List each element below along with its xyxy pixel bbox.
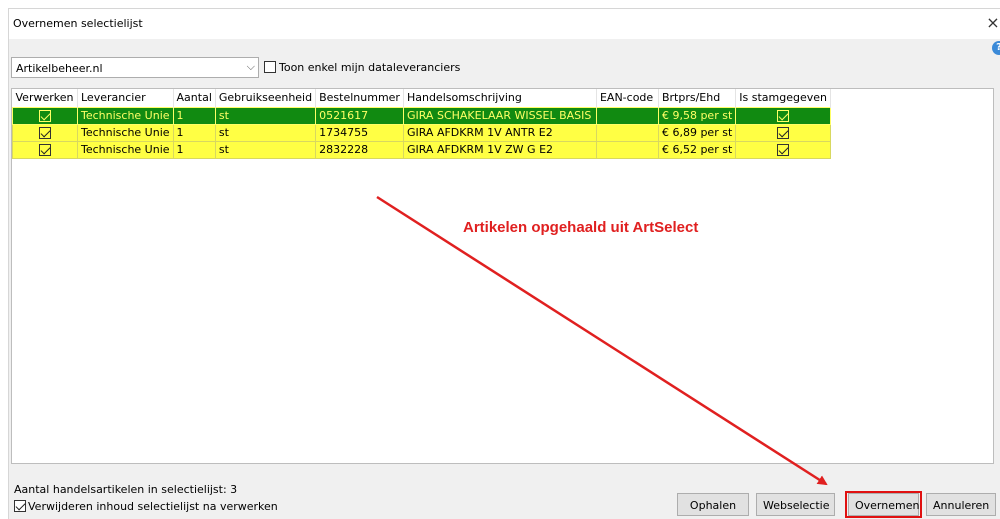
ean-cell <box>595 106 659 125</box>
column-header-is-stamgegeven[interactable]: Is stamgegeven <box>735 89 831 107</box>
column-header-bestelnummer[interactable]: Bestelnummer <box>315 89 404 107</box>
aantal-cell[interactable]: 1 <box>172 140 216 159</box>
column-header-ean-code[interactable]: EAN-code <box>596 89 659 107</box>
stamgegeven-checkbox <box>777 144 790 156</box>
stamgegeven-cell <box>735 123 831 142</box>
aantal-cell[interactable]: 1 <box>172 106 216 125</box>
stamgegeven-cell <box>735 106 831 125</box>
leverancier-cell: Technische Unie <box>77 106 174 125</box>
only-my-data-suppliers-option[interactable]: Toon enkel mijn dataleveranciers <box>264 60 460 74</box>
ophalen-button[interactable]: Ophalen <box>677 493 749 516</box>
verwerken-checkbox[interactable] <box>39 127 51 139</box>
stamgegeven-checkbox <box>777 110 790 122</box>
verwerken-cell[interactable] <box>12 140 78 159</box>
stamgegeven-checkbox <box>777 127 790 139</box>
stamgegeven-cell <box>735 140 831 159</box>
bestelnummer-cell: 2832228 <box>315 140 404 159</box>
article-count-label: Aantal handelsartikelen in selectielijst… <box>14 483 238 496</box>
close-icon[interactable]: × <box>986 13 1000 33</box>
verwerken-cell[interactable] <box>12 106 78 125</box>
supplier-dropdown[interactable]: Artikelbeheer.nl ⌵ <box>11 57 259 78</box>
bestelnummer-cell: 1734755 <box>315 123 404 142</box>
column-header-brtprs-ehd[interactable]: Brtprs/Ehd <box>658 89 737 107</box>
title-bar: Overnemen selectielijst × <box>9 9 1000 39</box>
help-icon[interactable]: ? <box>992 41 1000 55</box>
remove-after-processing-option[interactable]: Verwijderen inhoud selectielijst na verw… <box>14 499 278 513</box>
annotation-text: Artikelen opgehaald uit ArtSelect <box>463 219 699 236</box>
eenheid-cell: st <box>214 140 317 159</box>
only-my-data-suppliers-label: Toon enkel mijn dataleveranciers <box>279 60 461 74</box>
column-header-aantal[interactable]: Aantal <box>173 89 216 107</box>
ean-cell <box>595 140 659 159</box>
ean-cell <box>595 123 659 142</box>
selection-list-table: Verwerken Leverancier Aantal Gebruikseen… <box>12 89 831 159</box>
eenheid-cell: st <box>214 123 317 142</box>
chevron-down-icon[interactable]: ⌵ <box>247 60 255 74</box>
omschrijving-cell: GIRA AFDKRM 1V ANTR E2 <box>402 123 597 142</box>
column-header-gebruikseenheid[interactable]: Gebruikseenheid <box>215 89 317 107</box>
eenheid-cell: st <box>214 106 317 125</box>
dialog-title: Overnemen selectielijst <box>13 17 143 30</box>
column-header-leverancier[interactable]: Leverancier <box>77 89 174 107</box>
leverancier-cell: Technische Unie <box>77 123 174 142</box>
remove-after-processing-label: Verwijderen inhoud selectielijst na verw… <box>28 499 278 513</box>
verwerken-cell[interactable] <box>12 123 78 142</box>
column-header-verwerken[interactable]: Verwerken <box>12 89 78 107</box>
leverancier-cell: Technische Unie <box>77 140 174 159</box>
annuleren-button[interactable]: Annuleren <box>926 493 996 516</box>
omschrijving-cell: GIRA SCHAKELAAR WISSEL BASIS <box>402 106 597 125</box>
prijs-cell: € 9,58 per st <box>657 106 737 125</box>
verwerken-checkbox[interactable] <box>39 144 51 156</box>
table-row[interactable]: Technische Unie 1 st 0521617 GIRA SCHAKE… <box>12 106 831 125</box>
prijs-cell: € 6,52 per st <box>657 140 737 159</box>
column-header-handelsomschrijving[interactable]: Handelsomschrijving <box>403 89 597 107</box>
table-row[interactable]: Technische Unie 1 st 1734755 GIRA AFDKRM… <box>12 123 831 142</box>
supplier-dropdown-value: Artikelbeheer.nl <box>16 62 103 75</box>
table-row[interactable]: Technische Unie 1 st 2832228 GIRA AFDKRM… <box>12 140 831 159</box>
omschrijving-cell: GIRA AFDKRM 1V ZW G E2 <box>402 140 597 159</box>
verwerken-checkbox[interactable] <box>39 110 51 122</box>
remove-after-processing-checkbox[interactable] <box>14 500 26 512</box>
webselectie-button[interactable]: Webselectie <box>756 493 835 516</box>
table-header-row: Verwerken Leverancier Aantal Gebruikseen… <box>12 89 831 107</box>
bestelnummer-cell: 0521617 <box>315 106 404 125</box>
overnemen-button[interactable]: Overnemen <box>848 493 919 516</box>
selection-list-grid[interactable]: Verwerken Leverancier Aantal Gebruikseen… <box>11 88 994 464</box>
prijs-cell: € 6,89 per st <box>657 123 737 142</box>
aantal-cell[interactable]: 1 <box>172 123 216 142</box>
only-my-data-suppliers-checkbox[interactable] <box>264 61 276 73</box>
